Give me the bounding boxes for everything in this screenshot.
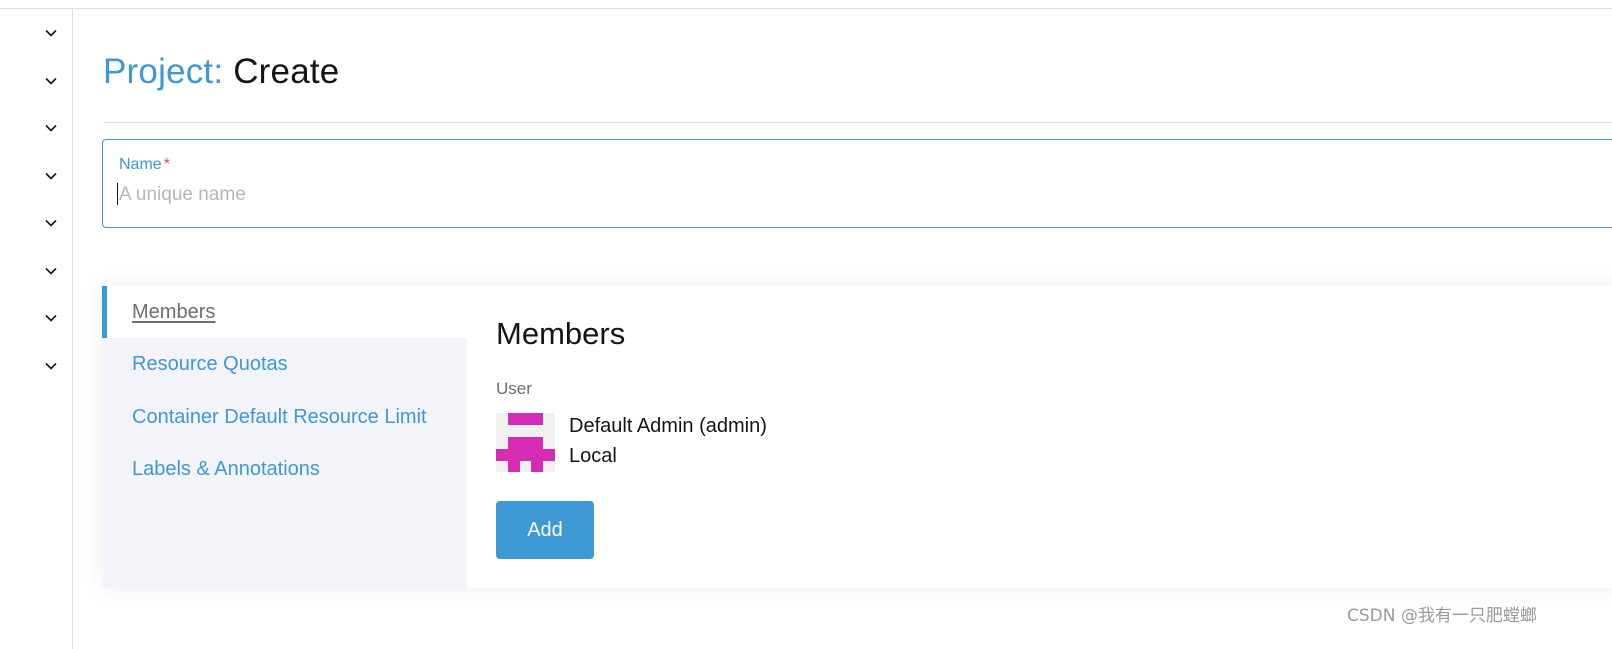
- left-nav-rail: [0, 9, 73, 649]
- tab-label: Labels & Annotations: [132, 457, 320, 480]
- chevron-down-icon[interactable]: [44, 359, 58, 373]
- text-caret: [117, 183, 118, 205]
- watermark: CSDN @我有一只肥螳螂: [1347, 606, 1537, 626]
- user-column-label: User: [496, 379, 532, 398]
- members-panel: Members User Default Admin (admin) Local…: [467, 286, 1612, 588]
- section-title: Members: [496, 316, 626, 351]
- chevron-down-icon[interactable]: [44, 74, 58, 88]
- top-border: [0, 8, 1612, 9]
- chevron-down-icon[interactable]: [44, 311, 58, 325]
- tab-label: Members: [132, 300, 216, 323]
- required-mark: *: [163, 156, 170, 173]
- tab-members[interactable]: Members: [102, 286, 467, 338]
- page-title-prefix: Project:: [103, 52, 224, 91]
- identicon-avatar: [496, 413, 555, 472]
- member-provider: Local: [569, 445, 617, 467]
- chevron-down-icon[interactable]: [44, 121, 58, 135]
- tab-container-default-resource-limit[interactable]: Container Default Resource Limit: [102, 391, 467, 443]
- chevron-down-icon[interactable]: [44, 216, 58, 230]
- tab-labels-annotations[interactable]: Labels & Annotations: [102, 443, 467, 495]
- name-field-label: Name *: [119, 156, 170, 174]
- name-field[interactable]: Name *: [102, 139, 1612, 228]
- title-divider: [103, 122, 1612, 123]
- chevron-down-icon[interactable]: [44, 264, 58, 278]
- name-label-text: Name: [119, 156, 162, 173]
- page-title: Project: Create: [103, 52, 339, 92]
- add-member-button[interactable]: Add: [496, 501, 594, 559]
- member-name: Default Admin (admin): [569, 415, 767, 437]
- chevron-down-icon[interactable]: [44, 26, 58, 40]
- tab-label: Container Default Resource Limit: [132, 405, 427, 428]
- tab-resource-quotas[interactable]: Resource Quotas: [102, 338, 467, 390]
- page-title-action: Create: [233, 52, 340, 91]
- tab-label: Resource Quotas: [132, 352, 288, 375]
- tabbed-panel: Members Resource Quotas Container Defaul…: [102, 286, 1612, 588]
- chevron-down-icon[interactable]: [44, 169, 58, 183]
- side-tabs: Members Resource Quotas Container Defaul…: [102, 286, 467, 588]
- name-input[interactable]: [119, 182, 1119, 208]
